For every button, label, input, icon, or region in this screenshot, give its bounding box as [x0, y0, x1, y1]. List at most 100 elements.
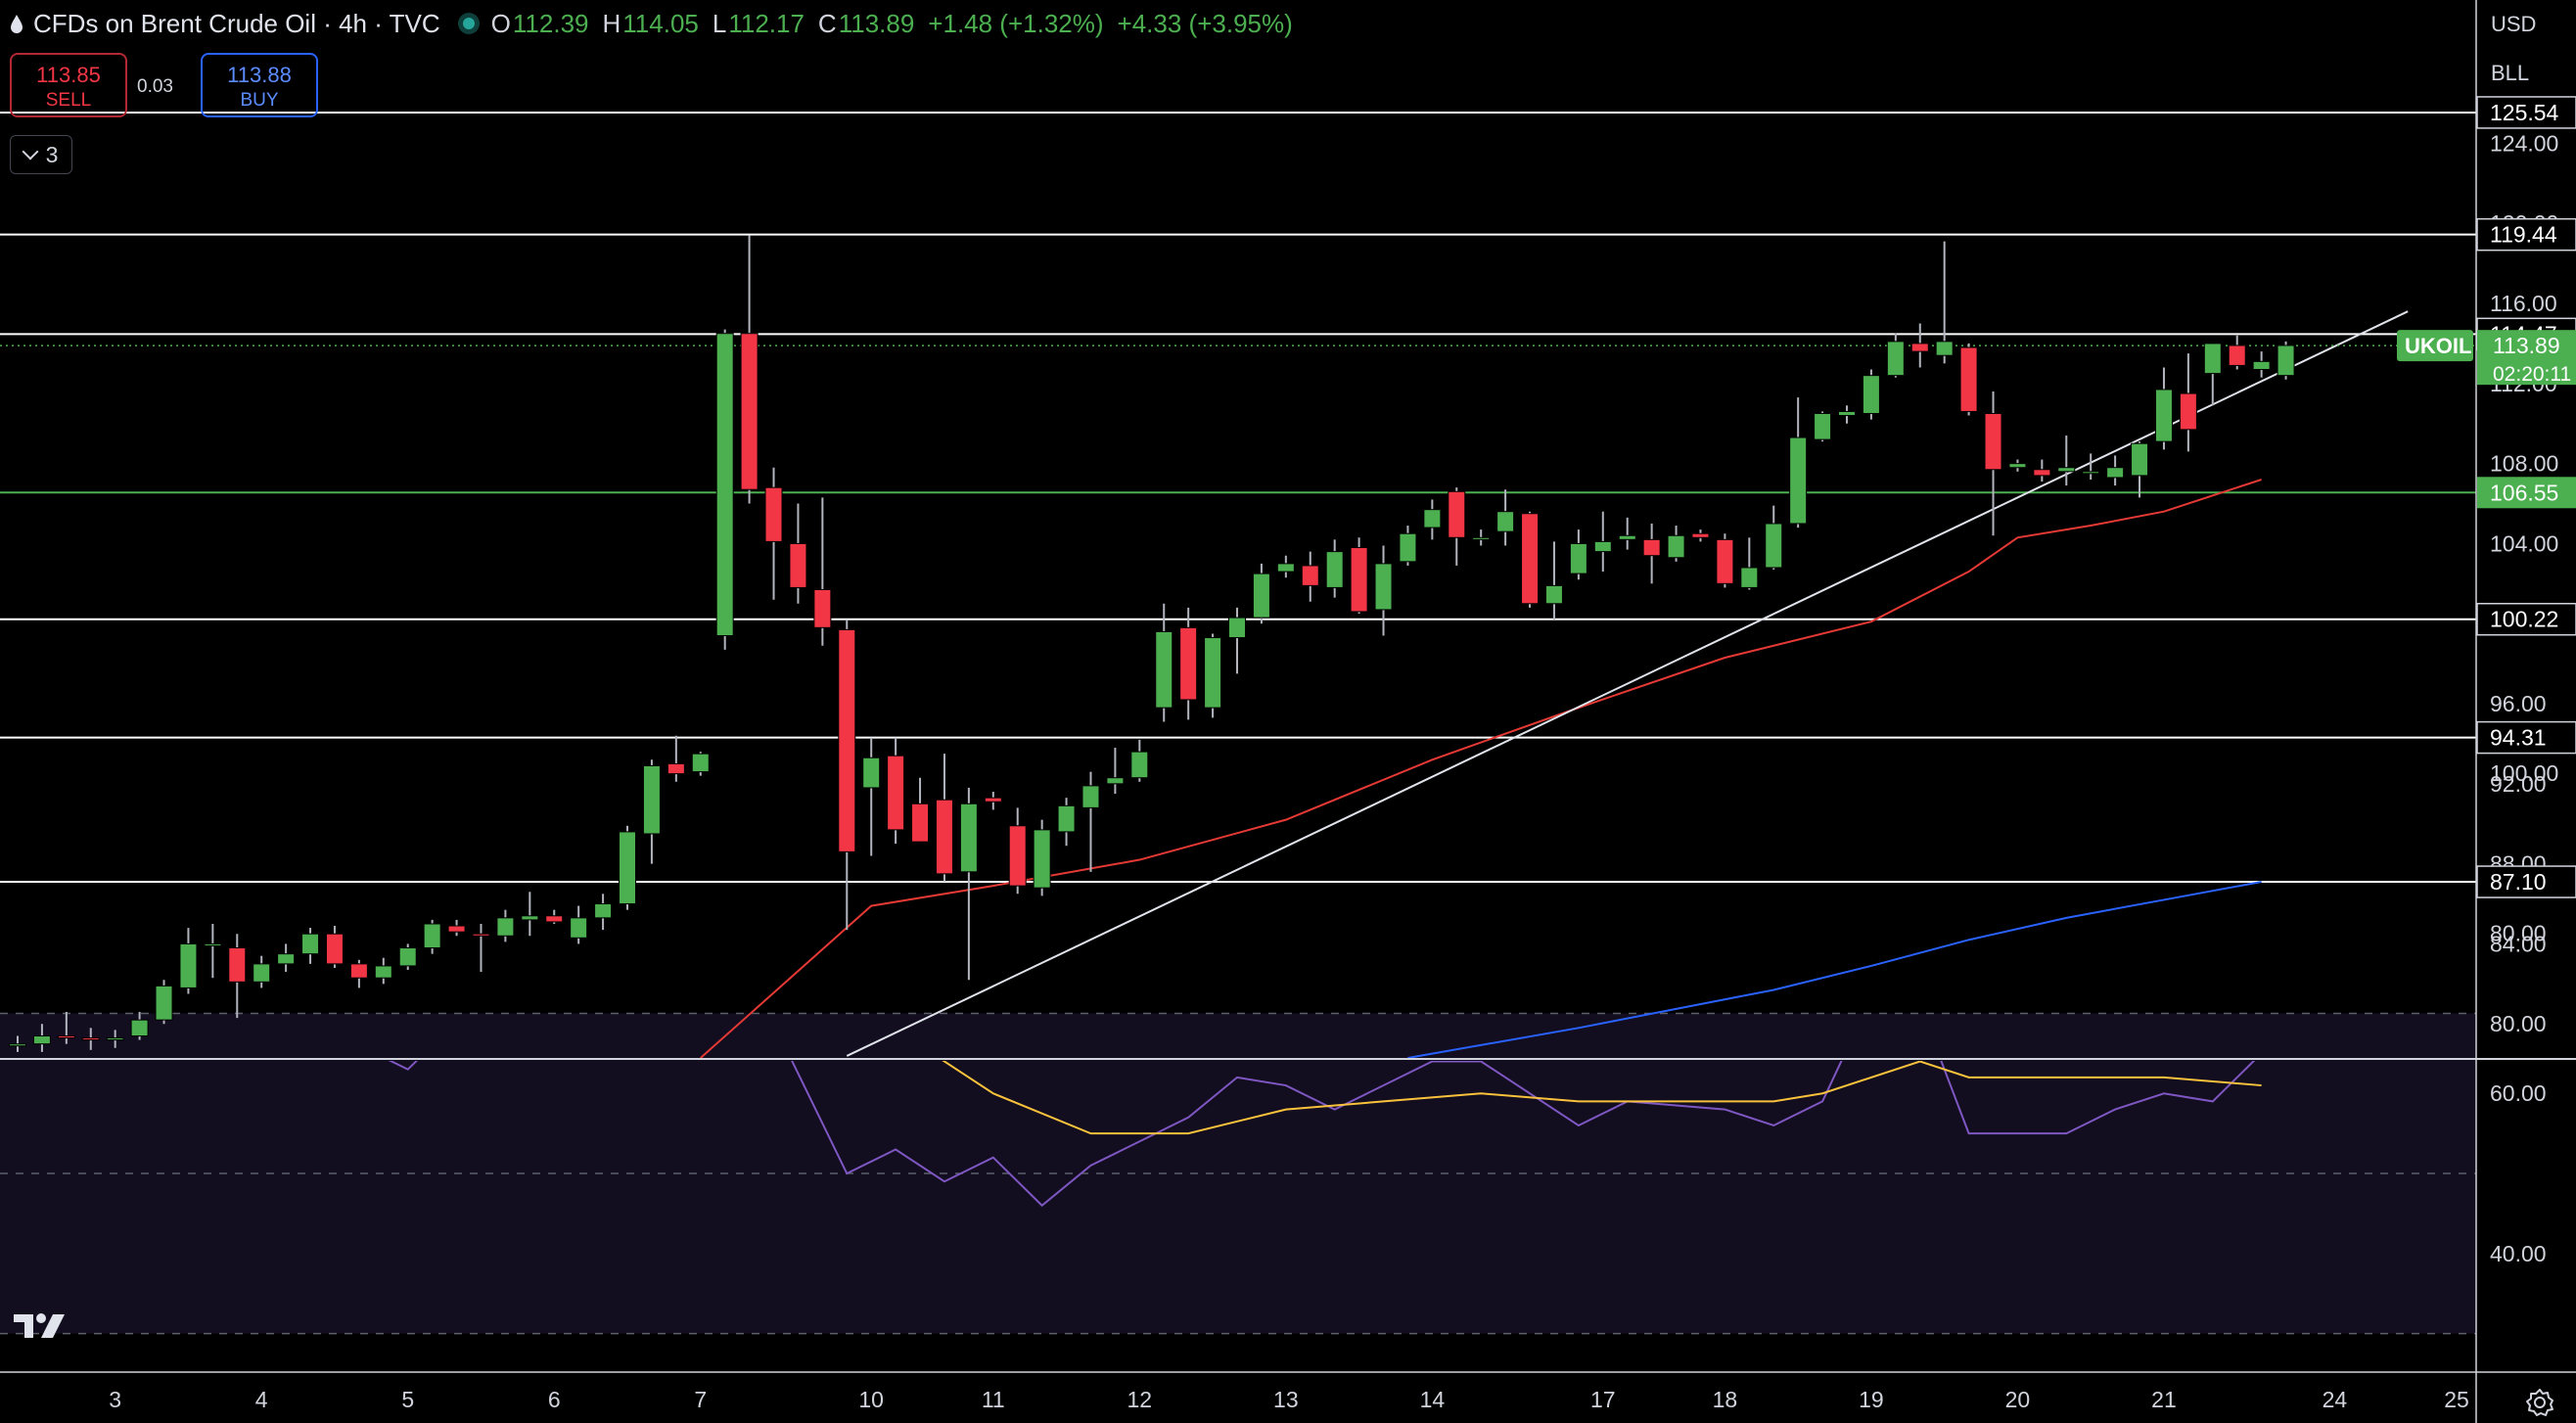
candle-body [1765, 523, 1783, 569]
level-label: 125.54 [2490, 100, 2559, 125]
candle-body [1910, 343, 1929, 352]
candle-body [959, 803, 978, 873]
level-label: 100.22 [2490, 607, 2558, 632]
countdown-label: 02:20:11 [2493, 363, 2571, 386]
candle-body [2228, 344, 2246, 366]
open-value: 112.39 [512, 8, 589, 38]
symbol-title[interactable]: CFDs on Brent Crude Oil · 4h · TVC [33, 9, 440, 39]
candle-body [447, 925, 466, 933]
candle-body [1155, 630, 1173, 709]
candle-body [1423, 509, 1442, 528]
symbol-tag-label: UKOIL [2405, 334, 2471, 358]
candle-body [619, 831, 636, 905]
candle-body [813, 588, 832, 628]
candle-body [1081, 785, 1100, 808]
change-value-2: +4.33 (+3.95%) [1117, 8, 1293, 38]
candle-body [204, 942, 222, 946]
time-tick-label: 4 [255, 1387, 268, 1412]
candle-body [1959, 346, 1978, 412]
candle-body [594, 903, 613, 919]
candle-body [1886, 341, 1905, 377]
market-status-icon[interactable] [457, 13, 480, 34]
candle-body [1642, 538, 1661, 557]
candle-body [301, 933, 320, 955]
candle-body [1496, 511, 1515, 532]
candle-body [2203, 343, 2222, 375]
currency-label: USD [2491, 12, 2537, 36]
candle-body [9, 1043, 26, 1047]
candle-body [1106, 777, 1125, 785]
candle-body [1204, 637, 1222, 709]
trendline [846, 310, 2409, 1057]
candle-body [715, 333, 734, 637]
candle-body [1789, 436, 1808, 525]
candle-body [155, 985, 173, 1021]
rsi-tick-label: 80.00 [2490, 921, 2547, 946]
change-value: +1.48 (+1.32%) [928, 8, 1104, 38]
candle-body [496, 917, 515, 937]
candle-body [1862, 375, 1880, 415]
symbol-header: CFDs on Brent Crude Oil · 4h · TVC O 112.… [10, 6, 1307, 41]
buy-price: 113.88 [227, 63, 292, 87]
candle-body [1814, 413, 1832, 440]
tradingview-logo-icon[interactable] [14, 1311, 74, 1341]
candle-body [570, 917, 588, 939]
time-tick-label: 3 [109, 1387, 121, 1412]
rsi-overbought-fill [18, 829, 2262, 1013]
buy-button[interactable]: 113.88 BUY [201, 53, 318, 117]
time-tick-label: 5 [401, 1387, 414, 1412]
candle-body [935, 799, 953, 875]
candle-body [1276, 563, 1295, 573]
candle-body [1374, 563, 1393, 611]
indicators-count: 3 [45, 141, 59, 167]
level-label: 119.44 [2490, 222, 2557, 248]
candle-body [1252, 573, 1270, 619]
candle-body [398, 947, 417, 967]
sell-button[interactable]: 113.85 SELL [10, 53, 127, 117]
candle-body [325, 933, 344, 965]
ma50-line [700, 479, 2262, 1058]
candle-body [667, 762, 685, 775]
open-key: O [490, 8, 511, 38]
time-tick-label: 10 [858, 1387, 884, 1412]
candle-body [1716, 538, 1734, 584]
candle-body [838, 628, 856, 852]
price-tick-label: 96.00 [2490, 691, 2547, 716]
candle-body [1935, 341, 1954, 356]
time-tick-label: 21 [2151, 1387, 2177, 1412]
candle-body [1691, 532, 1710, 538]
candle-body [374, 965, 392, 979]
candle-body [130, 1019, 149, 1037]
settings-icon[interactable] [2525, 1388, 2554, 1417]
low-value: 112.17 [728, 8, 805, 38]
candle-body [1569, 542, 1587, 574]
candle-body [764, 486, 783, 542]
candle-body [228, 947, 247, 983]
currency-unit-selector[interactable]: USD BLL [2476, 0, 2576, 98]
candle-body [887, 755, 905, 831]
candle-body [2154, 389, 2173, 442]
spread-value: 0.03 [137, 76, 173, 97]
candle-body [106, 1037, 124, 1041]
candle-body [1521, 513, 1540, 605]
candle-body [1448, 490, 1466, 538]
indicators-toggle-button[interactable]: 3 [10, 135, 72, 174]
candle-body [1544, 584, 1563, 605]
buy-label: BUY [240, 90, 279, 111]
chart-canvas[interactable]: 124.00120.00116.00112.00108.00104.0096.0… [0, 0, 2576, 1423]
drop-icon [11, 15, 23, 33]
candle-body [1838, 410, 1856, 417]
candle-body [349, 963, 368, 979]
price-tick-label: 116.00 [2490, 291, 2557, 316]
last-price-label: 113.89 [2493, 333, 2560, 358]
time-tick-label: 7 [694, 1387, 707, 1412]
candle-body [1593, 540, 1612, 553]
time-tick-label: 14 [1420, 1387, 1446, 1412]
level-label: 87.10 [2490, 869, 2547, 895]
candle-body [57, 1035, 75, 1039]
candle-body [1179, 626, 1198, 701]
candle-body [81, 1037, 100, 1041]
chevron-down-icon [22, 143, 39, 161]
candle-body [2008, 463, 2027, 469]
level-label: 106.55 [2490, 480, 2558, 505]
